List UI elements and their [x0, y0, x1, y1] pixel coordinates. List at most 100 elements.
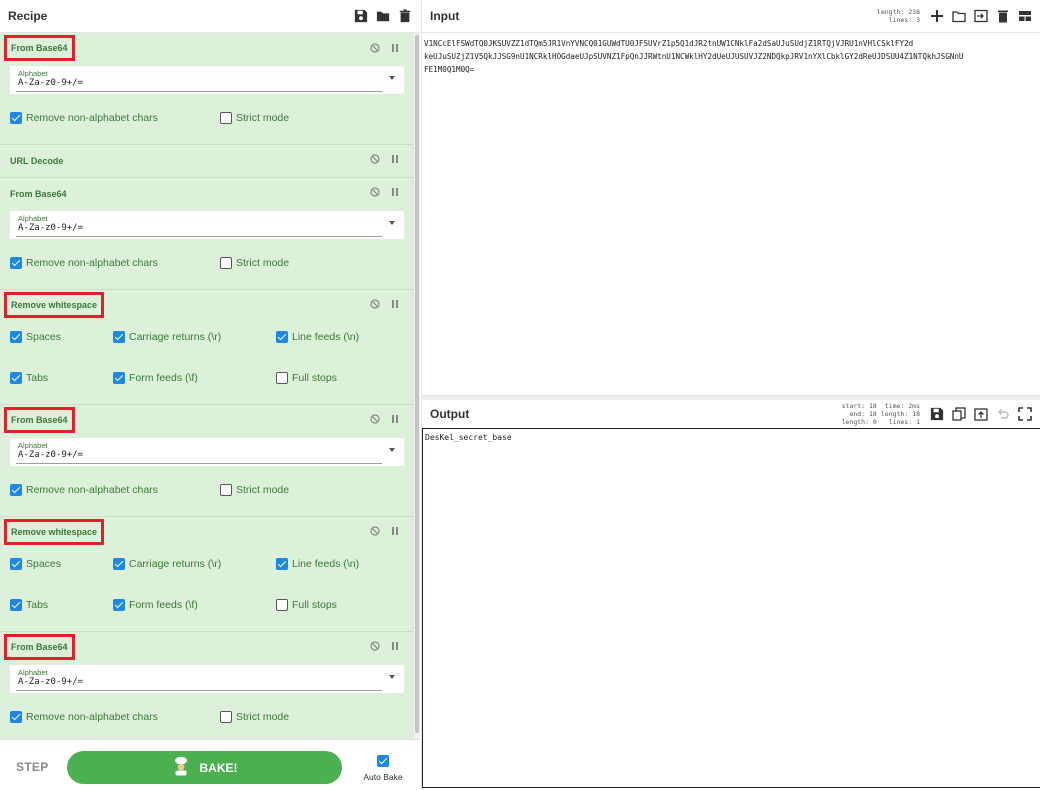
caret-down-icon[interactable] — [389, 76, 395, 80]
spaces-checkbox[interactable]: Spaces — [10, 331, 61, 343]
maximize-icon[interactable] — [1018, 406, 1032, 421]
checkbox-checked-icon[interactable] — [276, 331, 288, 343]
caret-down-icon[interactable] — [389, 448, 395, 452]
form-feeds-checkbox[interactable]: Form feeds (\f) — [113, 599, 198, 611]
checkbox-label: Strict mode — [236, 711, 290, 723]
operation-title: Remove whitespace — [3, 519, 105, 545]
checkbox-unchecked-icon[interactable] — [220, 257, 232, 269]
checkbox-checked-icon[interactable] — [10, 372, 22, 384]
save-recipe-icon[interactable] — [354, 9, 368, 23]
checkbox-checked-icon[interactable] — [377, 755, 389, 767]
checkbox-checked-icon[interactable] — [113, 372, 125, 384]
form-feeds-checkbox[interactable]: Form feeds (\f) — [113, 372, 198, 384]
input-lines-value: 3 — [916, 16, 920, 24]
input-textarea[interactable]: V1NCcElFSWdTQ0JKSUVZZ1dTQm5JR1VnYVNCQ01G… — [424, 37, 1036, 76]
breakpoint-pause-icon[interactable] — [390, 154, 400, 164]
breakpoint-pause-icon[interactable] — [390, 414, 400, 424]
disable-operation-icon[interactable] — [370, 154, 380, 164]
carriage-returns-checkbox[interactable]: Carriage returns (\r) — [113, 558, 221, 570]
caret-down-icon[interactable] — [389, 221, 395, 225]
open-folder-icon[interactable] — [952, 9, 966, 23]
disable-operation-icon[interactable] — [370, 299, 380, 309]
save-output-icon[interactable] — [930, 407, 944, 421]
alphabet-select[interactable]: Alphabet A-Za-z0-9+/= — [10, 438, 404, 466]
line-feeds-checkbox[interactable]: Line feeds (\n) — [276, 331, 359, 343]
strict-mode-checkbox[interactable]: Strict mode — [220, 257, 289, 269]
disable-operation-icon[interactable] — [370, 414, 380, 424]
alphabet-select[interactable]: Alphabet A-Za-z0-9+/= — [10, 211, 404, 239]
carriage-returns-checkbox[interactable]: Carriage returns (\r) — [113, 331, 221, 343]
checkbox-checked-icon[interactable] — [113, 558, 125, 570]
disable-operation-icon[interactable] — [370, 641, 380, 651]
breakpoint-pause-icon[interactable] — [390, 526, 400, 536]
disable-operation-icon[interactable] — [370, 187, 380, 197]
alphabet-value: A-Za-z0-9+/= — [18, 450, 84, 460]
strict-mode-checkbox[interactable]: Strict mode — [220, 112, 289, 124]
input-line: keUJuSUZjZ1V5QkJJSG9nU1NCRklHOGdaeUJpSUV… — [424, 52, 964, 61]
operation-title: Remove whitespace — [3, 292, 105, 318]
caret-down-icon[interactable] — [389, 675, 395, 679]
tabs-checkbox[interactable]: Tabs — [10, 599, 48, 611]
clear-recipe-trash-icon[interactable] — [398, 9, 412, 23]
recipe-scrollbar[interactable] — [414, 33, 420, 739]
input-line: V1NCcElFSWdTQ0JKSUVZZ1dTQm5JR1VnYVNCQ01G… — [424, 39, 914, 48]
checkbox-label: Tabs — [26, 599, 49, 611]
disable-operation-icon[interactable] — [370, 43, 380, 53]
checkbox-unchecked-icon[interactable] — [220, 112, 232, 124]
operation-title: From Base64 — [4, 407, 75, 433]
strict-mode-checkbox[interactable]: Strict mode — [220, 484, 289, 496]
replace-input-icon[interactable] — [974, 407, 988, 421]
operation-url-decode: URL Decode — [0, 145, 414, 178]
output-textarea[interactable]: DesKel_secret_base — [422, 428, 1040, 788]
breakpoint-pause-icon[interactable] — [390, 187, 400, 197]
clear-input-trash-icon[interactable] — [996, 9, 1010, 23]
undo-icon[interactable] — [996, 407, 1010, 421]
operation-title: From Base64 — [4, 35, 75, 61]
scrollbar-thumb[interactable] — [415, 35, 419, 733]
remove-non-alphabet-checkbox[interactable]: Remove non-alphabet chars — [10, 112, 158, 124]
checkbox-unchecked-icon[interactable] — [276, 599, 288, 611]
checkbox-checked-icon[interactable] — [113, 599, 125, 611]
checkbox-checked-icon[interactable] — [10, 112, 22, 124]
alphabet-select[interactable]: Alphabet A-Za-z0-9+/= — [10, 665, 404, 693]
spaces-checkbox[interactable]: Spaces — [10, 558, 61, 570]
line-feeds-checkbox[interactable]: Line feeds (\n) — [276, 558, 359, 570]
operation-from-base64: From Base64 Alphabet A-Za-z0-9+/= Remove… — [0, 405, 414, 517]
checkbox-checked-icon[interactable] — [10, 599, 22, 611]
remove-non-alphabet-checkbox[interactable]: Remove non-alphabet chars — [10, 257, 158, 269]
checkbox-unchecked-icon[interactable] — [276, 372, 288, 384]
checkbox-checked-icon[interactable] — [10, 331, 22, 343]
disable-operation-icon[interactable] — [370, 526, 380, 536]
layout-icon[interactable] — [1018, 9, 1032, 23]
strict-mode-checkbox[interactable]: Strict mode — [220, 711, 289, 723]
checkbox-checked-icon[interactable] — [10, 558, 22, 570]
checkbox-checked-icon[interactable] — [10, 484, 22, 496]
breakpoint-pause-icon[interactable] — [390, 43, 400, 53]
output-header: Output start: 18 end: 18 length: 0 time:… — [422, 400, 1040, 427]
breakpoint-pause-icon[interactable] — [390, 299, 400, 309]
alphabet-value: A-Za-z0-9+/= — [18, 78, 84, 88]
alphabet-select[interactable]: Alphabet A-Za-z0-9+/= — [10, 66, 404, 94]
checkbox-checked-icon[interactable] — [10, 711, 22, 723]
add-input-plus-icon[interactable] — [930, 9, 944, 23]
load-recipe-folder-icon[interactable] — [376, 9, 390, 23]
step-button[interactable]: STEP — [16, 760, 49, 774]
open-file-icon[interactable] — [974, 9, 988, 23]
checkbox-unchecked-icon[interactable] — [220, 484, 232, 496]
checkbox-checked-icon[interactable] — [113, 331, 125, 343]
recipe-operation-list: From Base64 Alphabet A-Za-z0-9+/= Remove… — [0, 33, 414, 739]
full-stops-checkbox[interactable]: Full stops — [276, 599, 337, 611]
tabs-checkbox[interactable]: Tabs — [10, 372, 48, 384]
checkbox-unchecked-icon[interactable] — [220, 711, 232, 723]
bake-button[interactable]: BAKE! — [67, 751, 342, 784]
stat-label: length: — [880, 409, 909, 418]
checkbox-checked-icon[interactable] — [276, 558, 288, 570]
breakpoint-pause-icon[interactable] — [390, 641, 400, 651]
copy-output-icon[interactable] — [952, 406, 966, 421]
full-stops-checkbox[interactable]: Full stops — [276, 372, 337, 384]
remove-non-alphabet-checkbox[interactable]: Remove non-alphabet chars — [10, 484, 158, 496]
checkbox-checked-icon[interactable] — [10, 257, 22, 269]
remove-non-alphabet-checkbox[interactable]: Remove non-alphabet chars — [10, 711, 158, 723]
auto-bake-toggle[interactable]: Auto Bake — [360, 755, 406, 783]
operation-title: URL Decode — [10, 156, 64, 166]
